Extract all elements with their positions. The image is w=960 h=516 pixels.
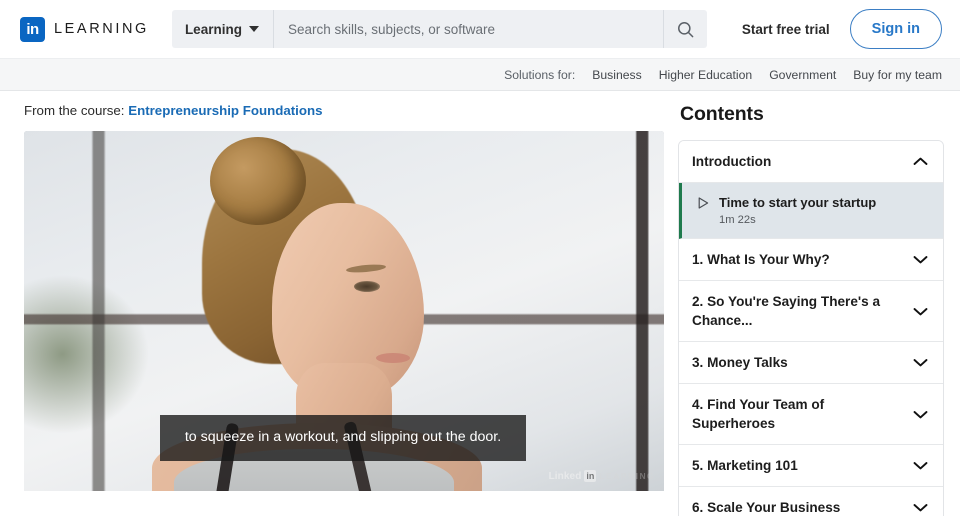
toc-section-label: 1. What Is Your Why?: [692, 252, 830, 267]
toc-section-6[interactable]: 6. Scale Your Business: [679, 487, 943, 516]
toc-lesson-item[interactable]: Time to start your startup 1m 22s: [679, 183, 943, 239]
chevron-down-icon: [913, 359, 928, 367]
toc-section-1[interactable]: 1. What Is Your Why?: [679, 239, 943, 281]
linkedin-logo-icon: in: [20, 16, 45, 42]
sign-in-button[interactable]: Sign in: [849, 9, 942, 49]
video-caption: to squeeze in a workout, and slipping ou…: [160, 415, 526, 461]
chevron-down-icon: [913, 307, 928, 315]
chevron-down-icon: [913, 462, 928, 470]
subnav-link-higher-education[interactable]: Higher Education: [659, 68, 753, 82]
toc-lesson-title: Time to start your startup: [719, 195, 877, 210]
subnav-link-business[interactable]: Business: [592, 68, 641, 82]
brand-wordmark: LEARNING: [54, 21, 149, 37]
play-triangle-icon: [698, 197, 709, 209]
chevron-up-icon: [913, 157, 928, 165]
toc-section-label: 4. Find Your Team of Superheroes: [692, 397, 825, 431]
watermark-linked-text: Linked: [548, 470, 582, 482]
chevron-down-icon: [248, 26, 259, 32]
chevron-down-icon: [913, 504, 928, 512]
toc-section-4[interactable]: 4. Find Your Team of Superheroes: [679, 384, 943, 445]
table-of-contents: Introduction Time to start your startup 1m…: [678, 140, 944, 516]
toc-section-3[interactable]: 3. Money Talks: [679, 342, 943, 384]
watermark-in-icon: in: [584, 470, 597, 482]
chevron-down-icon: [913, 256, 928, 264]
top-header: in LEARNING Learning Start free trial Si…: [0, 0, 960, 58]
toc-section-5[interactable]: 5. Marketing 101: [679, 445, 943, 487]
toc-section-label: 2. So You're Saying There's a Chance...: [692, 294, 881, 328]
toc-section-label: Introduction: [692, 154, 772, 169]
linkedin-learning-logo[interactable]: in LEARNING: [20, 16, 149, 42]
watermark-learning-text: LEARNING: [599, 471, 655, 481]
search-bar: Learning: [171, 10, 707, 48]
toc-section-label: 3. Money Talks: [692, 355, 788, 370]
contents-panel: Contents Introduction Time to start your …: [664, 91, 960, 516]
subnav-link-government[interactable]: Government: [769, 68, 836, 82]
toc-section-label: 5. Marketing 101: [692, 458, 798, 473]
from-the-course-label: From the course:: [24, 103, 125, 118]
main-content: From the course: Entrepreneurship Founda…: [0, 91, 960, 516]
toc-section-label: 6. Scale Your Business: [692, 500, 841, 515]
video-player[interactable]: to squeeze in a workout, and slipping ou…: [24, 131, 664, 491]
chevron-down-icon: [913, 410, 928, 418]
solutions-for-label: Solutions for:: [504, 67, 576, 82]
toc-lesson-duration: 1m 22s: [719, 214, 756, 226]
search-input[interactable]: [273, 10, 663, 48]
search-icon: [677, 21, 694, 37]
search-submit-button[interactable]: [662, 10, 707, 48]
contents-heading: Contents: [680, 103, 764, 125]
search-scope-label: Learning: [184, 21, 242, 37]
toc-section-2[interactable]: 2. So You're Saying There's a Chance...: [679, 281, 943, 342]
header-actions: Start free trial Sign in: [742, 9, 944, 49]
start-free-trial-link[interactable]: Start free trial: [742, 22, 830, 37]
solutions-nav: Solutions for: Business Higher Education…: [0, 58, 960, 91]
search-scope-selector[interactable]: Learning: [172, 10, 274, 48]
course-title-link[interactable]: Entrepreneurship Foundations: [128, 103, 322, 118]
toc-section-introduction[interactable]: Introduction: [679, 141, 943, 183]
video-column: From the course: Entrepreneurship Founda…: [24, 91, 664, 516]
subnav-link-buy-for-my-team[interactable]: Buy for my team: [853, 68, 942, 82]
linkedin-learning-watermark: Linked in LEARNING: [549, 470, 655, 482]
course-breadcrumb: From the course: Entrepreneurship Founda…: [24, 91, 664, 131]
